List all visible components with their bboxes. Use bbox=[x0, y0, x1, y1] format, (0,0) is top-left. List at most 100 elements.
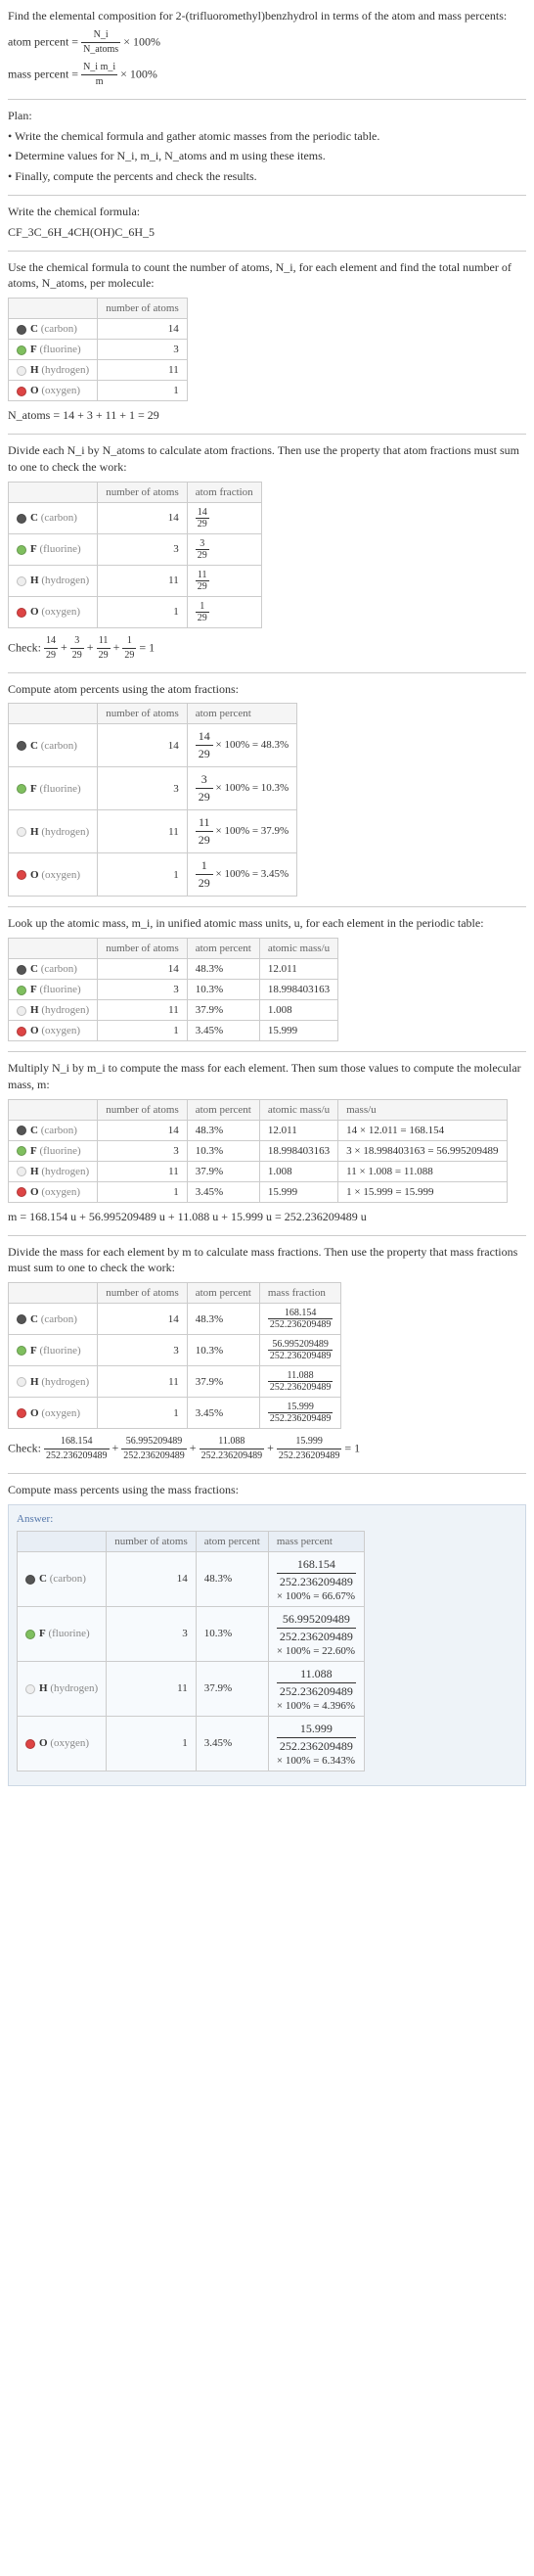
element-name: (fluorine) bbox=[39, 1145, 80, 1157]
times-100-b: × 100% bbox=[120, 67, 157, 80]
pct-text: × 100% = 48.3% bbox=[215, 739, 289, 751]
answer-table: number of atoms atom percent mass percen… bbox=[17, 1531, 365, 1771]
n-cell: 11 bbox=[98, 360, 188, 381]
calc-cell: 11 × 1.008 = 11.088 bbox=[338, 1161, 507, 1181]
table-row: F (fluorine)3329 × 100% = 10.3% bbox=[9, 767, 297, 810]
table-row: O (oxygen)13.45%15.999252.236209489 bbox=[9, 1398, 341, 1429]
element-name: (hydrogen) bbox=[41, 1004, 89, 1016]
molecular-mass-sum: m = 168.154 u + 56.995209489 u + 11.088 … bbox=[8, 1209, 526, 1225]
element-cell: F (fluorine) bbox=[9, 1140, 98, 1161]
mass-cell: 15.999 bbox=[259, 1021, 337, 1041]
table-row: O (oxygen)13.45%15.9991 × 15.999 = 15.99… bbox=[9, 1181, 508, 1202]
mpct-cell: 11.088252.236209489× 100% = 4.396% bbox=[268, 1661, 364, 1716]
fraction: 329 bbox=[196, 771, 213, 805]
frac-cell: 15.999252.236209489 bbox=[259, 1398, 341, 1429]
fraction: 1129 bbox=[97, 634, 111, 663]
frac-num: 11.088 bbox=[277, 1666, 356, 1683]
res-text: × 100% = 66.67% bbox=[277, 1590, 355, 1602]
n-cell: 14 bbox=[98, 959, 188, 980]
check-label: Check: bbox=[8, 1441, 41, 1454]
element-name: (carbon) bbox=[41, 512, 77, 524]
fraction: 168.154252.236209489 bbox=[268, 1308, 334, 1330]
n-cell: 11 bbox=[98, 810, 188, 853]
element-name: (oxygen) bbox=[50, 1737, 89, 1749]
element-dot-icon bbox=[17, 514, 26, 524]
table-row: F (fluorine)3 bbox=[9, 340, 188, 360]
frac-den: 252.236209489 bbox=[200, 1449, 265, 1463]
element-cell: C (carbon) bbox=[9, 502, 98, 533]
frac-num: 1 bbox=[196, 857, 213, 875]
col-n: number of atoms bbox=[98, 939, 188, 959]
element-dot-icon bbox=[17, 784, 26, 794]
element-symbol: H bbox=[30, 1376, 39, 1388]
frac-num: 3 bbox=[70, 634, 84, 649]
pct-cell: 37.9% bbox=[196, 1661, 268, 1716]
table-row: H (hydrogen)1137.9%11.088252.236209489× … bbox=[18, 1661, 365, 1716]
answer-label: Answer: bbox=[17, 1513, 517, 1525]
element-symbol: O bbox=[30, 606, 39, 618]
element-name: (oxygen) bbox=[41, 606, 80, 618]
col-frac: mass fraction bbox=[259, 1283, 341, 1304]
divider bbox=[8, 672, 526, 673]
fraction: 1429 bbox=[196, 507, 209, 529]
element-symbol: O bbox=[30, 1186, 39, 1198]
n-cell: 3 bbox=[98, 980, 188, 1000]
element-dot-icon bbox=[17, 827, 26, 837]
element-cell: H (hydrogen) bbox=[18, 1661, 107, 1716]
element-symbol: C bbox=[39, 1573, 47, 1585]
frac-num: 15.999 bbox=[277, 1721, 356, 1738]
element-symbol: F bbox=[30, 783, 37, 795]
element-name: (hydrogen) bbox=[50, 1682, 98, 1694]
element-cell: C (carbon) bbox=[9, 959, 98, 980]
n-cell: 14 bbox=[107, 1551, 197, 1606]
col-pct: atom percent bbox=[187, 704, 296, 724]
fraction: 129 bbox=[122, 634, 136, 663]
pct-text: × 100% = 37.9% bbox=[215, 825, 289, 837]
table-row: F (fluorine)3329 bbox=[9, 533, 262, 565]
pct-cell: 10.3% bbox=[187, 1335, 259, 1366]
pct-cell: 3.45% bbox=[196, 1716, 268, 1771]
n-cell: 1 bbox=[98, 853, 188, 897]
element-dot-icon bbox=[17, 1006, 26, 1016]
element-name: (hydrogen) bbox=[41, 1376, 89, 1388]
table-row: O (oxygen)1 bbox=[9, 381, 188, 401]
calc-cell: 3 × 18.998403163 = 56.995209489 bbox=[338, 1140, 507, 1161]
calc-cell: 14 × 12.011 = 168.154 bbox=[338, 1120, 507, 1140]
count-atoms-section: Use the chemical formula to count the nu… bbox=[8, 259, 526, 424]
mass-percent-equation: mass percent = N_i m_i m × 100% bbox=[8, 61, 526, 89]
element-dot-icon bbox=[25, 1739, 35, 1749]
frac-num: 168.154 bbox=[277, 1556, 356, 1574]
element-symbol: C bbox=[30, 1125, 38, 1136]
col-mass: atomic mass/u bbox=[259, 939, 337, 959]
element-symbol: H bbox=[30, 575, 39, 586]
mass-eq-lhs: mass percent = bbox=[8, 67, 78, 80]
n-cell: 14 bbox=[98, 1304, 188, 1335]
pct-cell: 37.9% bbox=[187, 1366, 259, 1398]
element-dot-icon bbox=[17, 1377, 26, 1387]
pct-text: × 100% = 10.3% bbox=[215, 782, 289, 794]
atom-fractions-section: Divide each N_i by N_atoms to calculate … bbox=[8, 442, 526, 663]
table-row: C (carbon)1448.3%168.154252.236209489 bbox=[9, 1304, 341, 1335]
element-dot-icon bbox=[17, 608, 26, 618]
element-cell: H (hydrogen) bbox=[9, 1000, 98, 1021]
pct-cell: 1429 × 100% = 48.3% bbox=[187, 724, 296, 767]
element-cell: O (oxygen) bbox=[9, 1398, 98, 1429]
col-pct: atom percent bbox=[187, 1099, 259, 1120]
table-row: O (oxygen)1129 bbox=[9, 596, 262, 627]
element-symbol: C bbox=[30, 963, 38, 975]
mass-eq-frac: N_i m_i m bbox=[81, 61, 117, 89]
element-symbol: H bbox=[30, 1166, 39, 1177]
frac-den: 252.236209489 bbox=[44, 1449, 110, 1463]
frac-den: 29 bbox=[196, 519, 209, 529]
element-name: (fluorine) bbox=[39, 783, 80, 795]
table-row: O (oxygen)1129 × 100% = 3.45% bbox=[9, 853, 297, 897]
element-name: (carbon) bbox=[41, 963, 77, 975]
frac-den: 29 bbox=[196, 875, 213, 892]
frac-cell: 1429 bbox=[187, 502, 261, 533]
element-cell: O (oxygen) bbox=[18, 1716, 107, 1771]
frac-den: 252.236209489 bbox=[277, 1683, 356, 1700]
element-symbol: O bbox=[30, 1025, 39, 1036]
element-cell: F (fluorine) bbox=[9, 767, 98, 810]
n-cell: 3 bbox=[98, 1335, 188, 1366]
frac-den: 29 bbox=[44, 649, 58, 663]
